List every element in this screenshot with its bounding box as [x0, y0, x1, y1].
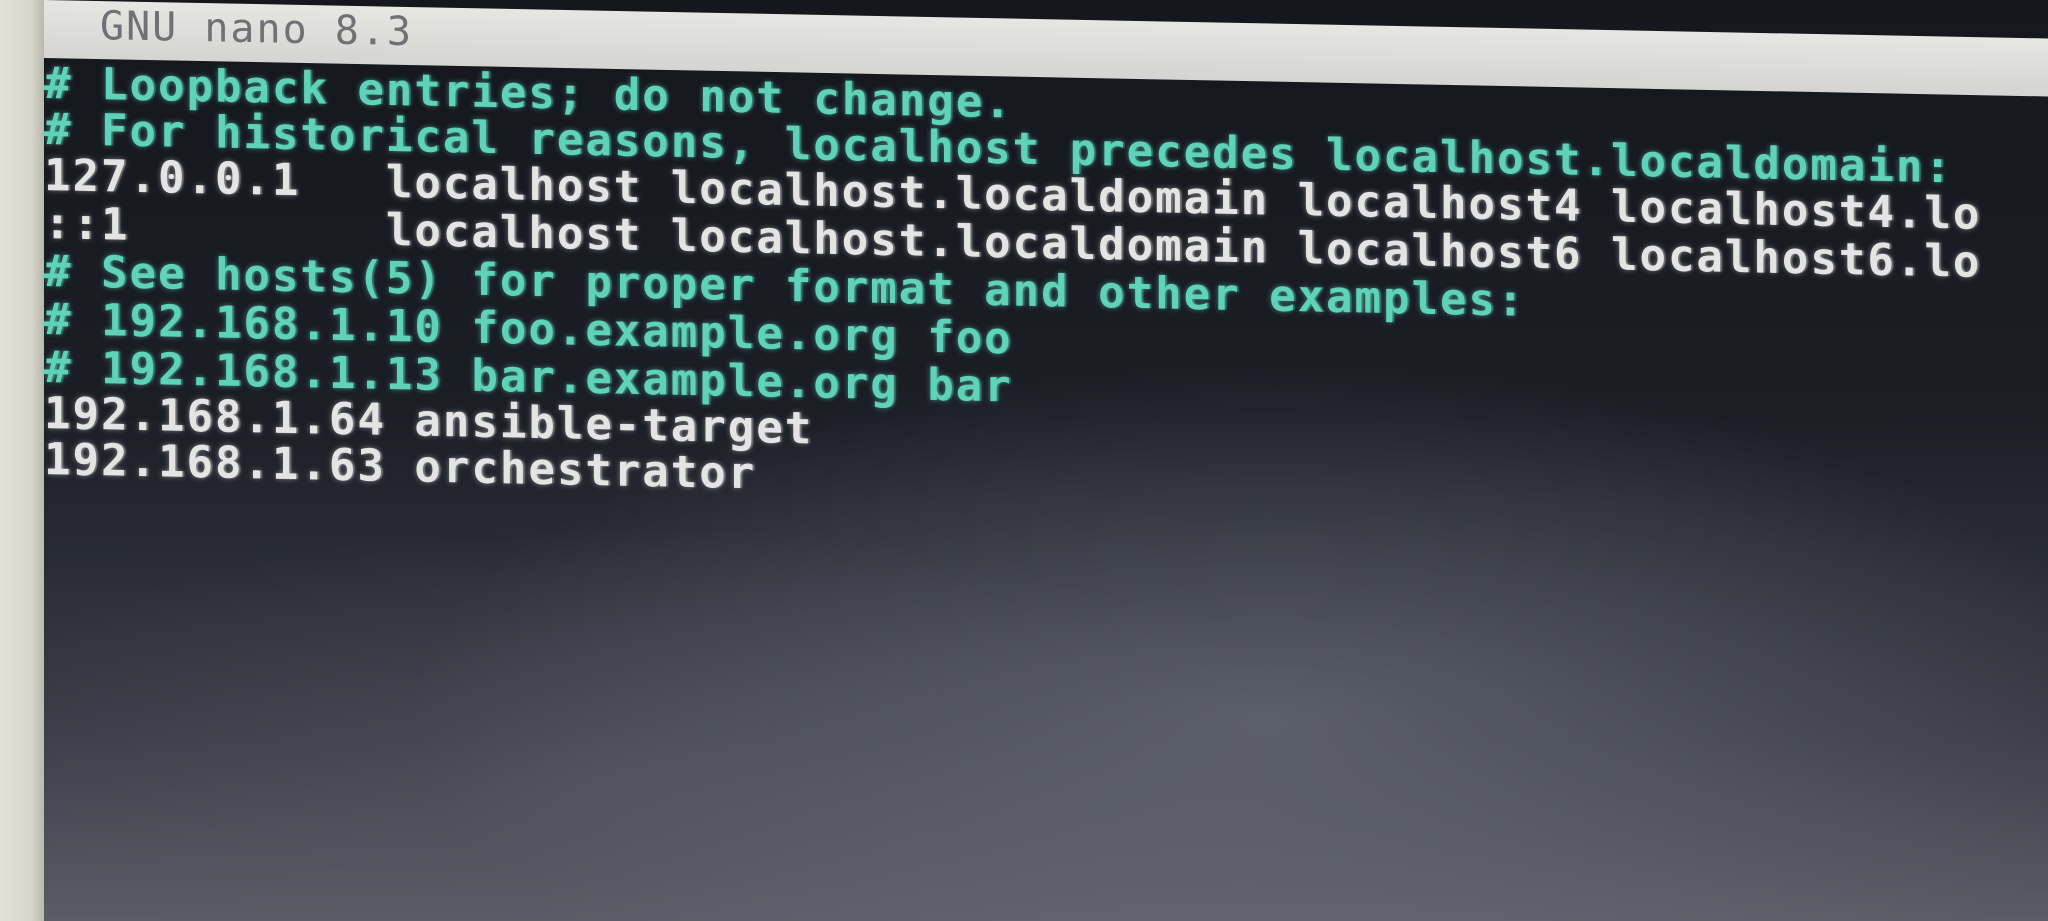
- editor-buffer[interactable]: # Loopback entries; do not change. # For…: [44, 58, 2048, 921]
- editor-title: GNU nano 8.3: [100, 3, 413, 56]
- terminal-screen: GNU nano 8.3 # Loopback entries; do not …: [0, 0, 2048, 921]
- monitor-bezel: [0, 0, 44, 921]
